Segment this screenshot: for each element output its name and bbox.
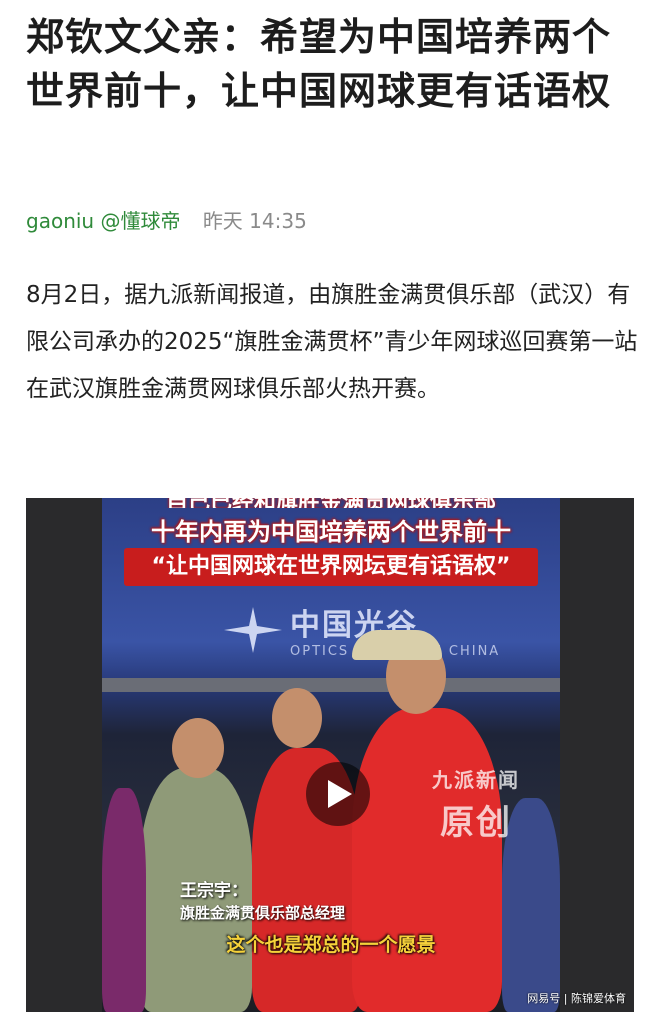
author-link[interactable]: gaoniu @懂球帝 xyxy=(26,209,180,233)
player-head xyxy=(272,688,322,748)
stadium-rail xyxy=(102,678,560,692)
father-cap xyxy=(352,630,442,660)
father-red-jacket xyxy=(352,708,502,1012)
video-subtitle: 这个也是郑总的一个愿景 xyxy=(226,934,436,956)
video-frame[interactable]: 自己已经和旗胜金满贯网球俱乐部 十年内再为中国培养两个世界前十 “让中国网球在世… xyxy=(102,498,560,1012)
video-caption-line1: 十年内再为中国培养两个世界前十 xyxy=(151,518,511,546)
publish-time: 昨天 14:35 xyxy=(202,209,307,233)
speaker-title: 旗胜金满贯俱乐部总经理 xyxy=(180,904,346,922)
article-title: 郑钦文父亲：希望为中国培养两个世界前十，让中国网球更有话语权 xyxy=(26,15,612,113)
article-meta: gaoniu @懂球帝 昨天 14:35 xyxy=(26,206,307,236)
play-button[interactable] xyxy=(306,762,370,826)
watermark-line1: 九派新闻 xyxy=(432,768,520,792)
video-caption-line2: “让中国网球在世界网坛更有话语权” xyxy=(124,548,538,586)
video-banner-cut: 自己已经和旗胜金满贯网球俱乐部 xyxy=(102,498,560,508)
person-far-left xyxy=(102,788,146,1012)
jiupai-watermark: 九派新闻 原创 xyxy=(432,764,520,844)
watermark-line2: 原创 xyxy=(440,803,512,843)
play-icon xyxy=(328,780,352,808)
video-player[interactable]: 自己已经和旗胜金满贯网球俱乐部 十年内再为中国培养两个世界前十 “让中国网球在世… xyxy=(26,498,634,1012)
speaker-name: 王宗宇： xyxy=(180,881,248,901)
logo-mark-icon xyxy=(224,606,282,653)
source-label: 网易号 | 陈锦爱体育 xyxy=(527,992,626,1005)
person-left-head xyxy=(172,718,224,778)
article-body: 8月2日，据九派新闻报道，由旗胜金满贯俱乐部（武汉）有限公司承办的2025“旗胜… xyxy=(26,282,638,402)
